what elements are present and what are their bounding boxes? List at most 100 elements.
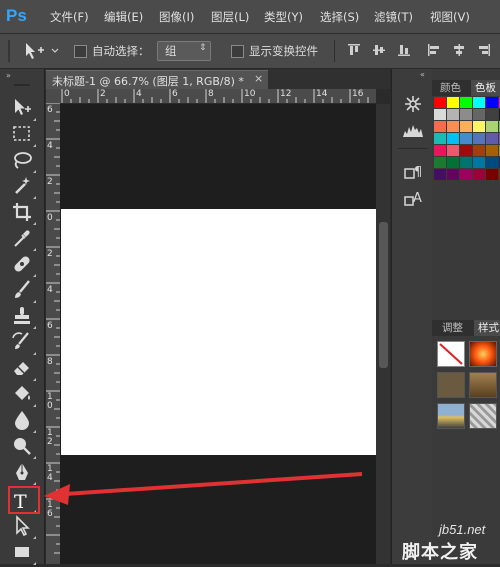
document-canvas[interactable] xyxy=(61,209,376,455)
collapse-strip-icon[interactable]: « xyxy=(420,70,425,79)
ruler-v-label: 4 xyxy=(47,141,53,151)
color-swatch[interactable] xyxy=(473,157,485,168)
color-swatch[interactable] xyxy=(460,121,472,132)
eraser-tool-icon[interactable] xyxy=(10,356,36,381)
eyedropper-tool-icon[interactable] xyxy=(10,226,36,251)
path-selection-tool-icon[interactable] xyxy=(10,514,36,539)
color-swatch[interactable] xyxy=(460,97,472,108)
options-grip[interactable] xyxy=(8,40,10,62)
healing-brush-tool-icon[interactable] xyxy=(10,252,36,277)
color-swatch[interactable] xyxy=(434,133,446,144)
brush-tool-icon[interactable] xyxy=(10,278,36,303)
color-swatch[interactable] xyxy=(473,133,485,144)
watermark-name: 脚本之家 xyxy=(402,542,478,563)
tab-styles[interactable]: 样式 xyxy=(474,320,500,336)
color-swatch[interactable] xyxy=(434,97,446,108)
rectangle-tool-icon[interactable] xyxy=(10,540,36,565)
horizontal-ruler[interactable]: 0 2 4 6 8 10 12 14 16 xyxy=(60,89,376,104)
align-right-icon[interactable] xyxy=(477,43,491,57)
paragraph-style-icon[interactable]: A xyxy=(403,188,425,208)
clone-stamp-tool-icon[interactable] xyxy=(10,304,36,329)
color-swatch[interactable] xyxy=(473,121,485,132)
scrollbar-thumb[interactable] xyxy=(379,222,388,368)
menu-layer[interactable]: 图层(L) xyxy=(211,9,249,25)
color-swatch[interactable] xyxy=(447,109,459,120)
color-swatch[interactable] xyxy=(486,169,498,180)
menu-image[interactable]: 图像(I) xyxy=(159,9,194,25)
color-swatch[interactable] xyxy=(486,97,498,108)
style-swatch[interactable] xyxy=(437,403,465,429)
align-hcenter-icon[interactable] xyxy=(452,43,466,57)
character-style-icon[interactable]: ¶ xyxy=(403,162,425,182)
blur-tool-icon[interactable] xyxy=(10,408,36,433)
pen-tool-icon[interactable] xyxy=(10,460,36,485)
annotation-arrow xyxy=(44,472,363,505)
style-swatch[interactable] xyxy=(437,372,465,398)
style-glow-swatch[interactable] xyxy=(469,341,497,367)
menu-file[interactable]: 文件(F) xyxy=(50,9,89,25)
navigator-icon[interactable] xyxy=(402,94,424,114)
auto-select-value: 组 xyxy=(165,44,177,58)
color-swatch[interactable] xyxy=(434,169,446,180)
tab-swatches[interactable]: 色板 xyxy=(471,80,500,96)
style-swatch[interactable] xyxy=(469,372,497,398)
align-left-icon[interactable] xyxy=(427,43,441,57)
ruler-h-label: 0 xyxy=(64,89,70,99)
show-transform-checkbox[interactable] xyxy=(231,45,244,58)
align-bottom-icon[interactable] xyxy=(397,43,411,57)
color-swatch[interactable] xyxy=(486,157,498,168)
menu-edit[interactable]: 编辑(E) xyxy=(104,9,143,25)
ruler-v-label: 1 2 xyxy=(47,428,53,447)
ruler-v-label: 8 xyxy=(47,357,53,367)
color-swatch[interactable] xyxy=(486,121,498,132)
color-swatch[interactable] xyxy=(473,169,485,180)
history-brush-tool-icon[interactable] xyxy=(10,330,36,355)
align-top-icon[interactable] xyxy=(347,43,361,57)
color-swatch[interactable] xyxy=(447,169,459,180)
color-swatch[interactable] xyxy=(447,97,459,108)
paint-bucket-tool-icon[interactable] xyxy=(10,382,36,407)
color-swatch[interactable] xyxy=(434,157,446,168)
move-tool-preset-icon[interactable] xyxy=(22,40,62,62)
stepper-icon: ⇕ xyxy=(199,43,207,53)
color-swatch[interactable] xyxy=(447,133,459,144)
color-swatch[interactable] xyxy=(460,109,472,120)
menu-view[interactable]: 视图(V) xyxy=(430,9,470,25)
color-swatch[interactable] xyxy=(473,97,485,108)
move-tool-icon[interactable] xyxy=(10,96,36,121)
style-none-swatch[interactable] xyxy=(437,341,465,367)
tab-color[interactable]: 颜色 xyxy=(436,80,465,96)
close-icon[interactable]: × xyxy=(254,72,263,85)
ruler-origin[interactable] xyxy=(46,89,60,103)
collapse-icon[interactable]: » xyxy=(6,71,11,80)
swatch-grid xyxy=(434,97,500,183)
lasso-tool-icon[interactable] xyxy=(10,148,36,173)
color-swatch[interactable] xyxy=(486,145,498,156)
color-swatch[interactable] xyxy=(460,145,472,156)
tab-adjustments[interactable]: 调整 xyxy=(436,320,472,336)
color-swatch[interactable] xyxy=(486,109,498,120)
color-swatch[interactable] xyxy=(473,109,485,120)
color-swatch[interactable] xyxy=(434,145,446,156)
align-vcenter-icon[interactable] xyxy=(372,43,386,57)
style-swatch[interactable] xyxy=(469,403,497,429)
histogram-icon[interactable] xyxy=(402,122,424,138)
color-swatch[interactable] xyxy=(447,145,459,156)
quick-selection-tool-icon[interactable] xyxy=(10,174,36,199)
marquee-tool-icon[interactable] xyxy=(10,122,36,147)
color-swatch[interactable] xyxy=(473,145,485,156)
color-swatch[interactable] xyxy=(460,169,472,180)
color-swatch[interactable] xyxy=(447,157,459,168)
crop-tool-icon[interactable] xyxy=(10,200,36,225)
color-swatch[interactable] xyxy=(460,157,472,168)
dodge-tool-icon[interactable] xyxy=(10,434,36,459)
menu-select[interactable]: 选择(S) xyxy=(320,9,359,25)
color-swatch[interactable] xyxy=(447,121,459,132)
menu-filter[interactable]: 滤镜(T) xyxy=(374,9,413,25)
color-swatch[interactable] xyxy=(486,133,498,144)
color-swatch[interactable] xyxy=(460,133,472,144)
color-swatch[interactable] xyxy=(434,121,446,132)
auto-select-checkbox[interactable] xyxy=(74,45,87,58)
menu-type[interactable]: 类型(Y) xyxy=(264,9,303,25)
color-swatch[interactable] xyxy=(434,109,446,120)
